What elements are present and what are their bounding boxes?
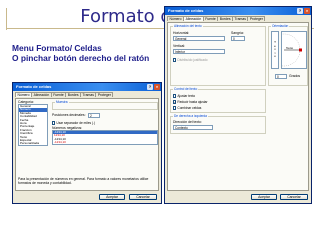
wrap-text-checkbox[interactable]: Ajustar texto bbox=[173, 94, 195, 98]
horizontal-select[interactable]: General bbox=[173, 36, 225, 41]
degrees-label: Grados bbox=[289, 74, 301, 78]
thousands-label: Usar separador de miles (.) bbox=[56, 121, 96, 125]
wrap-text-label: Ajustar texto bbox=[177, 94, 196, 98]
text-control-legend: Control del texto bbox=[173, 87, 199, 91]
checkbox-box[interactable] bbox=[173, 94, 177, 98]
tab-strip: Número Alineación Fuente Bordes Tramas P… bbox=[165, 15, 311, 21]
direction-label: Dirección del texto: bbox=[173, 120, 202, 124]
tab-alignment[interactable]: Alineación bbox=[31, 92, 52, 97]
tab-borders[interactable]: Bordes bbox=[217, 16, 234, 21]
sample-group: Muestra bbox=[52, 100, 158, 110]
tab-patterns[interactable]: Tramas bbox=[80, 92, 97, 97]
orientation-legend: Orientación bbox=[271, 24, 290, 28]
distributed-checkbox[interactable]: Distribuido justificado bbox=[173, 58, 208, 62]
vertical-text-box[interactable]: Texto bbox=[271, 31, 279, 69]
category-item[interactable]: Personalizada bbox=[19, 141, 47, 145]
checkbox-box[interactable] bbox=[52, 121, 56, 125]
text-alignment-group: Alineación del texto Horizontal: General… bbox=[170, 24, 266, 86]
degrees-stepper[interactable]: 0 bbox=[275, 74, 287, 79]
format-cells-dialog-alignment: Formato de celdas ? × Número Alineación … bbox=[164, 6, 312, 204]
number-panel: Categoría: General Número Moneda Contabi… bbox=[15, 98, 159, 191]
check-icon[interactable]: ✓ bbox=[173, 100, 177, 104]
text-alignment-legend: Alineación del texto bbox=[173, 24, 203, 28]
help-icon[interactable]: ? bbox=[147, 84, 153, 90]
negative-item[interactable]: -1234,10 bbox=[53, 140, 157, 144]
ok-button[interactable]: Aceptar bbox=[99, 194, 125, 200]
format-cells-dialog-number: Formato de celdas ? × Número Alineación … bbox=[12, 82, 162, 204]
tab-font[interactable]: Fuente bbox=[50, 92, 67, 97]
ok-button[interactable]: Aceptar bbox=[251, 194, 277, 200]
decimals-stepper[interactable]: 2 bbox=[88, 113, 100, 118]
distributed-label: Distribuido justificado bbox=[177, 58, 208, 62]
sample-label: Muestra bbox=[55, 100, 69, 104]
merge-cells-checkbox[interactable]: Combinar celdas bbox=[173, 106, 201, 110]
help-icon[interactable]: ? bbox=[297, 8, 303, 14]
text-control-group: Control del texto Ajustar texto ✓ Reduci… bbox=[170, 87, 266, 113]
direction-select[interactable]: Contexto bbox=[173, 125, 213, 130]
tab-number[interactable]: Número bbox=[15, 92, 33, 97]
negatives-list[interactable]: -1234,10 1234,10 -1234,10 -1234,10 bbox=[52, 130, 158, 145]
tab-patterns[interactable]: Tramas bbox=[232, 16, 249, 21]
shrink-to-fit-checkbox[interactable]: ✓ Reducir hasta ajustar bbox=[173, 100, 208, 104]
indent-label: Sangría: bbox=[231, 31, 244, 35]
tab-protection[interactable]: Proteger bbox=[95, 92, 114, 97]
dialog-titlebar: Formato de celdas ? × bbox=[13, 83, 161, 91]
orientation-dial[interactable]: Texto bbox=[267, 31, 307, 69]
dialog-title: Formato de celdas bbox=[16, 84, 52, 89]
alignment-panel: Alineación del texto Horizontal: General… bbox=[167, 22, 309, 191]
number-description: Para la presentación de números en gener… bbox=[18, 177, 149, 185]
tab-strip: Número Alineación Fuente Bordes Tramas P… bbox=[13, 91, 161, 97]
decimals-label: Posiciones decimales: bbox=[52, 113, 86, 117]
close-icon[interactable]: × bbox=[304, 8, 310, 14]
orientation-dial-icon bbox=[267, 33, 302, 67]
cancel-button[interactable]: Cancelar bbox=[129, 194, 157, 200]
tab-number[interactable]: Número bbox=[167, 16, 185, 21]
close-icon[interactable]: × bbox=[154, 84, 160, 90]
merge-cells-label: Combinar celdas bbox=[177, 106, 202, 110]
subtitle-line-1: Menu Formato/ Celdas bbox=[12, 43, 102, 53]
shrink-to-fit-label: Reducir hasta ajustar bbox=[177, 100, 208, 104]
category-list[interactable]: General Número Moneda Contabilidad Fecha… bbox=[18, 104, 48, 146]
rtl-group: De derecha a izquierda Dirección del tex… bbox=[170, 114, 266, 134]
vertical-select[interactable]: Inferior bbox=[173, 49, 225, 54]
tab-protection[interactable]: Proteger bbox=[247, 16, 266, 21]
tab-borders[interactable]: Bordes bbox=[65, 92, 82, 97]
orientation-text: Texto bbox=[286, 46, 294, 50]
horizontal-label: Horizontal: bbox=[173, 31, 190, 35]
slide-subtitle: Menu Formato/ Celdas O pinchar botón der… bbox=[12, 43, 149, 63]
cancel-button[interactable]: Cancelar bbox=[280, 194, 308, 200]
thousands-checkbox[interactable]: Usar separador de miles (.) bbox=[52, 121, 95, 125]
vertical-label: Vertical: bbox=[173, 44, 186, 48]
checkbox-box[interactable] bbox=[173, 106, 177, 110]
checkbox-box[interactable] bbox=[173, 58, 177, 62]
tab-alignment[interactable]: Alineación bbox=[183, 16, 204, 21]
subtitle-line-2: O pinchar botón derecho del ratón bbox=[12, 53, 150, 63]
dialog-title: Formato de celdas bbox=[168, 8, 204, 13]
rtl-legend: De derecha a izquierda bbox=[173, 114, 208, 118]
tab-font[interactable]: Fuente bbox=[202, 16, 219, 21]
indent-stepper[interactable]: 0 bbox=[231, 36, 245, 41]
dialog-titlebar: Formato de celdas ? × bbox=[165, 7, 311, 15]
orientation-group: Orientación Texto Texto 0 Grados bbox=[267, 24, 308, 86]
